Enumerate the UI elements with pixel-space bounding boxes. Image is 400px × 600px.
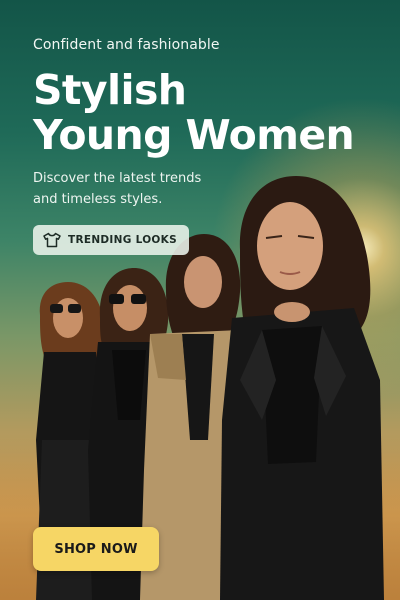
woman-figure-4 [220, 176, 384, 600]
headline-line-1: Stylish [33, 66, 187, 114]
tshirt-icon [43, 232, 61, 248]
trending-looks-chip[interactable]: TRENDING LOOKS [33, 225, 189, 255]
subtitle-line-2: and timeless styles. [33, 192, 163, 207]
subtitle: Discover the latest trends and timeless … [33, 168, 233, 210]
headline-line-2: Young Women [33, 111, 355, 159]
promo-banner: Confident and fashionable Stylish Young … [0, 0, 400, 600]
eyebrow-text: Confident and fashionable [33, 37, 220, 53]
shop-now-button[interactable]: SHOP NOW [33, 527, 159, 571]
headline: Stylish Young Women [33, 66, 355, 159]
subtitle-line-1: Discover the latest trends [33, 171, 202, 186]
trending-looks-label: TRENDING LOOKS [68, 234, 177, 246]
